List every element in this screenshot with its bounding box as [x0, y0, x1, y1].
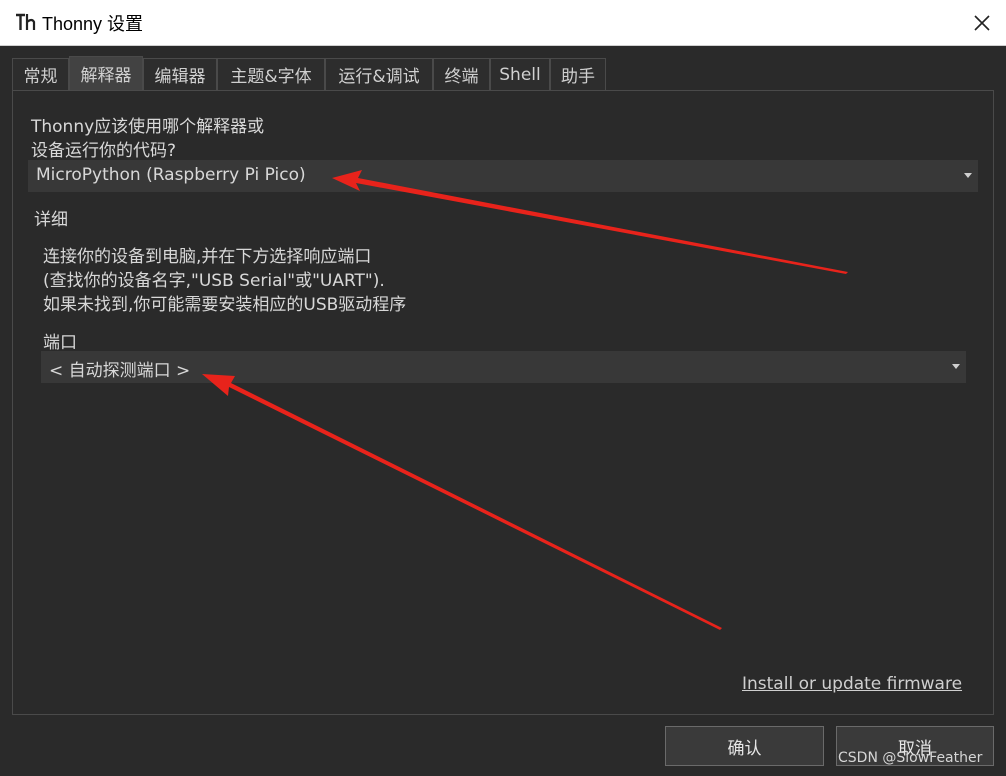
ok-button[interactable]: 确认	[665, 726, 824, 766]
tab-interpreter[interactable]: 解释器	[69, 56, 143, 90]
tab-label: 编辑器	[154, 67, 206, 87]
interpreter-prompt-line2: 设备运行你的代码?	[31, 141, 177, 161]
tab-label: 助手	[561, 67, 595, 87]
tab-theme-font[interactable]: 主题&字体	[217, 58, 325, 90]
tab-label: Shell	[499, 64, 541, 85]
port-select-value: < 自动探测端口 >	[49, 361, 191, 381]
port-label: 端口	[43, 333, 77, 353]
details-heading: 详细	[34, 210, 68, 230]
details-line1: 连接你的设备到电脑,并在下方选择响应端口	[43, 247, 372, 267]
port-select[interactable]: < 自动探测端口 >	[41, 351, 966, 383]
tab-terminal[interactable]: 终端	[433, 58, 490, 90]
details-line2: (查找你的设备名字,"USB Serial"或"UART").	[43, 271, 385, 291]
close-icon	[974, 14, 990, 31]
title-bar: Thonny 设置	[0, 0, 1006, 46]
close-button[interactable]	[958, 0, 1006, 45]
window-title: Thonny 设置	[42, 14, 144, 34]
install-firmware-link[interactable]: Install or update firmware	[742, 674, 962, 694]
tab-label: 运行&调试	[338, 67, 420, 87]
tab-general[interactable]: 常规	[12, 58, 69, 90]
details-line3: 如果未找到,你可能需要安装相应的USB驱动程序	[43, 295, 407, 315]
tab-editor[interactable]: 编辑器	[143, 58, 217, 90]
interpreter-select[interactable]: MicroPython (Raspberry Pi Pico)	[28, 160, 978, 192]
tab-label: 解释器	[80, 66, 132, 86]
interpreter-select-value: MicroPython (Raspberry Pi Pico)	[36, 165, 306, 185]
chevron-down-icon	[952, 364, 960, 369]
tab-run-debug[interactable]: 运行&调试	[325, 58, 433, 90]
tab-label: 终端	[444, 67, 479, 87]
chevron-down-icon	[964, 173, 972, 178]
csdn-watermark: CSDN @SlowFeather	[838, 750, 983, 766]
tab-label: 主题&字体	[230, 67, 312, 87]
tab-bar: 常规 解释器 编辑器 主题&字体 运行&调试 终端 Shell 助手	[12, 56, 994, 90]
tab-label: 常规	[23, 67, 58, 87]
tab-assistant[interactable]: 助手	[550, 58, 606, 90]
tab-shell[interactable]: Shell	[490, 58, 550, 90]
ok-button-label: 确认	[727, 738, 762, 759]
thonny-logo-icon	[16, 13, 36, 30]
interpreter-prompt-line1: Thonny应该使用哪个解释器或	[31, 117, 265, 137]
